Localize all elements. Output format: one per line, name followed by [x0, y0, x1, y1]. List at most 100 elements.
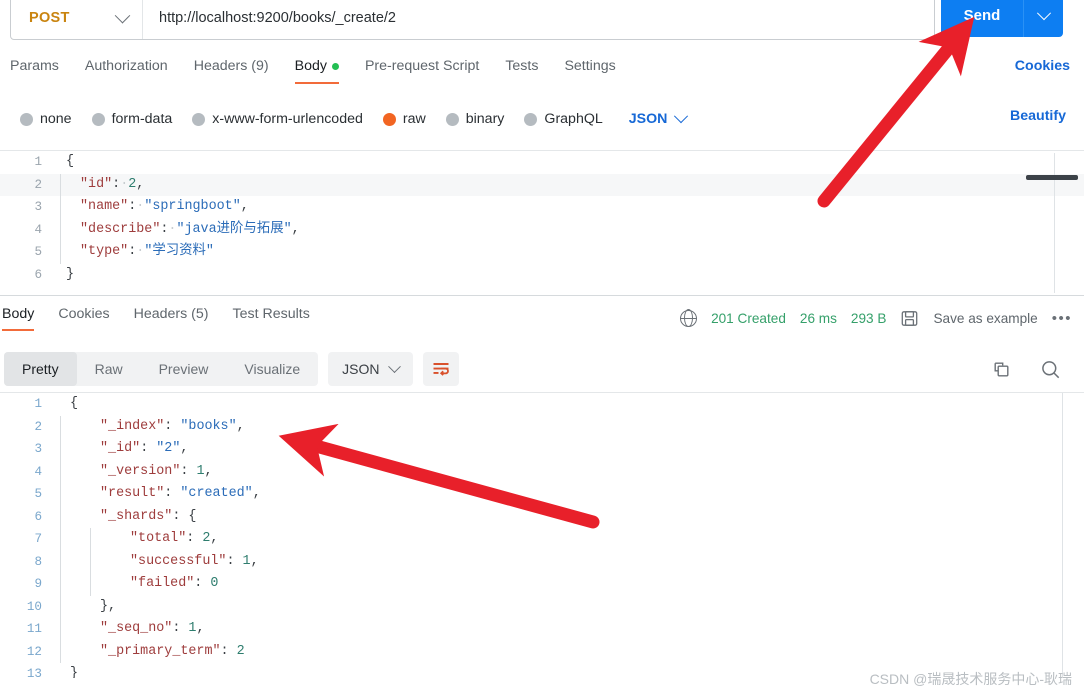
- code-text: "total": 2,: [56, 528, 1084, 551]
- response-tab-test-results[interactable]: Test Results: [233, 306, 310, 331]
- line-number: 4: [34, 222, 42, 237]
- url-bar: POST http://localhost:9200/books/_create…: [10, 0, 935, 40]
- save-as-example-label[interactable]: Save as example: [933, 311, 1037, 326]
- response-format-select[interactable]: JSON: [328, 352, 413, 386]
- body-type-binary[interactable]: binary: [445, 111, 504, 127]
- code-text: "result": "created",: [56, 483, 1084, 506]
- line-number: 9: [34, 577, 42, 591]
- request-tabs: Params Authorization Headers (9) Body Pr…: [0, 58, 1084, 90]
- word-wrap-button[interactable]: [422, 352, 459, 386]
- save-icon[interactable]: [900, 309, 919, 328]
- body-type-form-data[interactable]: form-data: [91, 111, 173, 127]
- code-line: 4 "_version": 1,: [0, 460, 1084, 483]
- beautify-link[interactable]: Beautify: [1010, 108, 1066, 124]
- http-method-select[interactable]: POST: [11, 0, 143, 39]
- code-line: 3 "name":·"springboot",: [0, 196, 1084, 219]
- search-icon[interactable]: [1039, 358, 1062, 381]
- code-line: 3 "_id": "2",: [0, 438, 1084, 461]
- response-more-options-icon[interactable]: •••: [1052, 310, 1072, 327]
- code-line: 7 "total": 2,: [0, 528, 1084, 551]
- indent-guide: [60, 241, 61, 264]
- request-editor-scrollbar[interactable]: [1026, 175, 1078, 180]
- tab-params[interactable]: Params: [10, 58, 59, 84]
- line-number: 2: [34, 177, 42, 192]
- response-tab-body[interactable]: Body: [2, 306, 35, 331]
- indent-guide: [60, 460, 61, 483]
- code-text: }: [66, 266, 75, 282]
- indent-guide: [90, 573, 91, 596]
- radio-icon: [91, 112, 105, 126]
- request-body-editor[interactable]: 1{2 "id":·2, 3 "name":·"springboot", 4 "descr…: [0, 150, 1084, 296]
- response-format-label: JSON: [342, 361, 380, 377]
- view-mode-raw[interactable]: Raw: [77, 352, 141, 386]
- view-mode-preview[interactable]: Preview: [141, 352, 227, 386]
- body-type-label: GraphQL: [544, 111, 603, 127]
- code-line: 10},: [0, 595, 1084, 618]
- response-body-editor[interactable]: 1{2 "_index": "books", 3 "_id": "2", 4 "_vers…: [0, 392, 1084, 678]
- body-type-graphql[interactable]: GraphQL: [524, 111, 603, 127]
- code-text: "_shards": {: [56, 505, 1084, 528]
- line-number: 10: [26, 599, 42, 614]
- globe-icon: [679, 309, 698, 327]
- indent-guide: [60, 640, 61, 663]
- indent-guide: [60, 528, 61, 551]
- line-number: 2: [34, 419, 42, 434]
- copy-icon[interactable]: [990, 358, 1013, 381]
- code-line: 8 "successful": 1,: [0, 550, 1084, 573]
- indent-guide: [60, 415, 61, 438]
- view-mode-visualize[interactable]: Visualize: [226, 352, 318, 386]
- indent-guide: [90, 550, 91, 573]
- body-type-none[interactable]: none: [20, 111, 72, 127]
- indent-guide: [60, 218, 61, 241]
- code-text: "_seq_no": 1,: [56, 618, 1084, 641]
- view-mode-label: Raw: [94, 361, 123, 377]
- line-number: 5: [34, 487, 42, 501]
- code-line: 6 "_shards": {: [0, 505, 1084, 528]
- editor-divider: [1054, 153, 1055, 293]
- line-number: 3: [34, 442, 42, 456]
- indent-guide: [60, 173, 61, 196]
- tab-body[interactable]: Body: [294, 58, 340, 84]
- tab-authorization[interactable]: Authorization: [85, 58, 168, 84]
- response-view-modes: Pretty Raw Preview Visualize: [4, 352, 319, 386]
- code-line: 5 "type":·"学习资料": [0, 241, 1084, 264]
- watermark: CSDN @瑞晟技术服务中心-耿瑞: [869, 671, 1072, 687]
- code-line: 4 "describe":·"java进阶与拓展",: [0, 218, 1084, 241]
- code-text: "_id": "2",: [56, 438, 1084, 461]
- code-text: "describe":·"java进阶与拓展",: [56, 218, 1084, 241]
- line-number: 1: [34, 397, 42, 411]
- line-number: 5: [34, 245, 42, 259]
- radio-icon: [20, 112, 33, 126]
- response-size: 293 B: [850, 310, 887, 326]
- cookies-link[interactable]: Cookies: [1015, 58, 1070, 74]
- response-tab-cookies[interactable]: Cookies: [58, 306, 109, 331]
- indent-guide: [60, 505, 61, 528]
- tab-label: Tests: [505, 58, 539, 74]
- code-line: 12 "_primary_term": 2: [0, 640, 1084, 663]
- url-input[interactable]: http://localhost:9200/books/_create/2: [143, 10, 934, 26]
- code-line: 6}: [0, 264, 1084, 287]
- body-format-select[interactable]: JSON: [629, 109, 689, 127]
- code-line: 11 "_seq_no": 1,: [0, 618, 1084, 641]
- response-tab-headers[interactable]: Headers (5): [134, 306, 209, 331]
- view-mode-label: Pretty: [22, 361, 59, 377]
- tab-label: Headers (5): [133, 305, 209, 322]
- send-button[interactable]: Send: [941, 0, 1063, 37]
- indent-guide: [60, 595, 61, 618]
- body-type-x-www-form-urlencoded[interactable]: x-www-form-urlencoded: [192, 111, 363, 127]
- tab-tests[interactable]: Tests: [505, 58, 538, 84]
- line-number: 4: [34, 464, 42, 479]
- tab-label: Body: [294, 58, 327, 74]
- tab-label: Test Results: [232, 305, 310, 322]
- radio-icon-selected: [382, 112, 396, 126]
- send-options-button[interactable]: [1024, 0, 1063, 37]
- tab-pre-request-script[interactable]: Pre-request Script: [365, 58, 479, 84]
- code-line: 2 "id":·2,: [0, 173, 1084, 196]
- indent-guide: [60, 196, 61, 219]
- code-text: {: [66, 154, 75, 169]
- tab-settings[interactable]: Settings: [564, 58, 615, 84]
- body-type-label: form-data: [111, 111, 173, 127]
- tab-headers[interactable]: Headers (9): [194, 58, 269, 84]
- body-type-raw[interactable]: raw: [382, 111, 426, 127]
- view-mode-pretty[interactable]: Pretty: [4, 352, 77, 386]
